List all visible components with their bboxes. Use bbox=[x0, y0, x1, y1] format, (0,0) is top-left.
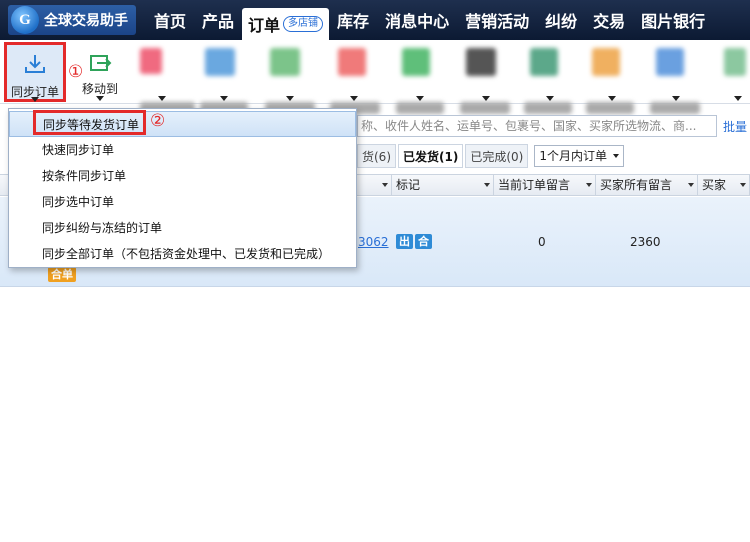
tool-dropdown-arrow[interactable] bbox=[286, 96, 294, 101]
highlight-box bbox=[33, 110, 146, 135]
sort-arrow-icon[interactable] bbox=[484, 183, 490, 187]
blurred-tool-icon bbox=[466, 48, 496, 76]
chevron-down-icon bbox=[612, 154, 619, 158]
blurred-tool-icon bbox=[724, 48, 746, 76]
tool-dropdown-arrow[interactable] bbox=[158, 96, 166, 101]
tool-dropdown-arrow[interactable] bbox=[482, 96, 490, 101]
column-header-all-messages[interactable]: 买家所有留言 bbox=[596, 175, 698, 195]
menu-item-sync-by-condition[interactable]: 按条件同步订单 bbox=[9, 163, 356, 189]
nav-inventory[interactable]: 库存 bbox=[329, 0, 377, 40]
column-header-mark[interactable]: 标记 bbox=[392, 175, 494, 195]
menu-item-sync-disputes-frozen[interactable]: 同步纠纷与冻结的订单 bbox=[9, 215, 356, 241]
tool-dropdown-arrow[interactable] bbox=[546, 96, 554, 101]
sort-arrow-icon[interactable] bbox=[688, 183, 694, 187]
period-value: 1个月内订单 bbox=[539, 149, 607, 163]
blurred-tool-label bbox=[586, 102, 634, 114]
blurred-tool-icon bbox=[338, 48, 366, 76]
nav-home[interactable]: 首页 bbox=[146, 0, 194, 40]
tab-completed[interactable]: 已完成(0) bbox=[465, 144, 529, 168]
sort-arrow-icon[interactable] bbox=[586, 183, 592, 187]
tool-dropdown-arrow[interactable] bbox=[608, 96, 616, 101]
menu-item-sync-selected[interactable]: 同步选中订单 bbox=[9, 189, 356, 215]
menu-item-sync-all[interactable]: 同步全部订单（不包括资金处理中、已发货和已完成） bbox=[9, 241, 356, 267]
menu-item-quick-sync[interactable]: 快速同步订单 bbox=[9, 137, 356, 163]
ship-tag: 出 bbox=[396, 234, 413, 249]
tool-dropdown-arrow[interactable] bbox=[734, 96, 742, 101]
order-status-tabs: 货(6) 已发货(1) 已完成(0) 1个月内订单 bbox=[357, 144, 624, 168]
column-header-current-message[interactable]: 当前订单留言 bbox=[494, 175, 596, 195]
toolbar: 移动到 bbox=[0, 40, 750, 114]
sort-arrow-icon[interactable] bbox=[382, 183, 388, 187]
blurred-tool-icon bbox=[530, 48, 558, 76]
merged-order-badge: 合单 bbox=[48, 267, 78, 282]
sync-dropdown-arrow[interactable] bbox=[31, 97, 39, 102]
column-header-buyer-label: 买家 bbox=[702, 178, 727, 192]
blurred-tool-icon bbox=[592, 48, 620, 76]
column-header-mark-label: 标记 bbox=[396, 178, 421, 192]
app-title: 全球交易助手 bbox=[44, 13, 128, 29]
column-header-buyer[interactable]: 买家 bbox=[698, 175, 750, 195]
current-message-count: 0 bbox=[538, 235, 546, 249]
nav-marketing[interactable]: 营销活动 bbox=[457, 0, 537, 40]
nav-disputes[interactable]: 纠纷 bbox=[537, 0, 585, 40]
blurred-tool-label bbox=[524, 102, 572, 114]
blurred-tool-label bbox=[650, 102, 700, 114]
column-header-all-messages-label: 买家所有留言 bbox=[600, 178, 673, 192]
merge-tag: 合 bbox=[415, 234, 432, 249]
bulk-search-link[interactable]: 批量 bbox=[723, 118, 747, 135]
move-to-label: 移动到 bbox=[81, 82, 118, 96]
merged-order-badge-label: 合单 bbox=[48, 267, 76, 282]
nav-messages[interactable]: 消息中心 bbox=[377, 0, 457, 40]
tool-dropdown-arrow[interactable] bbox=[672, 96, 680, 101]
blurred-tool-icon bbox=[402, 48, 430, 76]
tab-awaiting-shipment[interactable]: 货(6) bbox=[357, 144, 396, 168]
nav-orders[interactable]: 订单 多店铺 bbox=[242, 8, 330, 40]
order-search-input[interactable]: 称、收件人姓名、运单号、包裹号、国家、买家所选物流、商... bbox=[357, 115, 717, 137]
download-icon bbox=[25, 55, 45, 73]
move-to-icon bbox=[90, 55, 112, 71]
tool-dropdown-arrow[interactable] bbox=[416, 96, 424, 101]
nav-image-bank[interactable]: 图片银行 bbox=[633, 0, 713, 40]
all-message-count: 2360 bbox=[630, 235, 661, 249]
sync-orders-button[interactable]: 同步订单 bbox=[4, 42, 66, 102]
blurred-tool-icon bbox=[205, 48, 235, 76]
step-2-marker: ② bbox=[150, 111, 166, 131]
column-header-current-message-label: 当前订单留言 bbox=[498, 178, 571, 192]
app-logo[interactable]: G 全球交易助手 bbox=[8, 5, 136, 35]
tool-dropdown-arrow[interactable] bbox=[220, 96, 228, 101]
sort-arrow-icon[interactable] bbox=[740, 183, 746, 187]
blurred-tool-icon bbox=[656, 48, 684, 76]
nav-orders-label: 订单 bbox=[248, 16, 281, 35]
period-select[interactable]: 1个月内订单 bbox=[534, 145, 624, 167]
blurred-tool-label bbox=[460, 102, 510, 114]
globe-logo-icon: G bbox=[11, 6, 39, 34]
blurred-tool-icon bbox=[270, 48, 300, 76]
blurred-tool-label bbox=[396, 102, 444, 114]
nav-transactions[interactable]: 交易 bbox=[585, 0, 633, 40]
step-1-marker: ① bbox=[68, 62, 84, 82]
move-to-dropdown-arrow[interactable] bbox=[96, 96, 104, 101]
blurred-tool-icon bbox=[140, 48, 162, 74]
order-tags: 出合 bbox=[396, 234, 434, 249]
tab-shipped[interactable]: 已发货(1) bbox=[398, 144, 464, 168]
multi-store-badge[interactable]: 多店铺 bbox=[283, 16, 324, 32]
top-navigation: G 全球交易助手 首页 产品 订单 多店铺 库存 消息中心 营销活动 纠纷 交易… bbox=[0, 0, 750, 40]
nav-products[interactable]: 产品 bbox=[194, 0, 242, 40]
order-number-link[interactable]: 3062 bbox=[358, 235, 389, 249]
tool-dropdown-arrow[interactable] bbox=[350, 96, 358, 101]
